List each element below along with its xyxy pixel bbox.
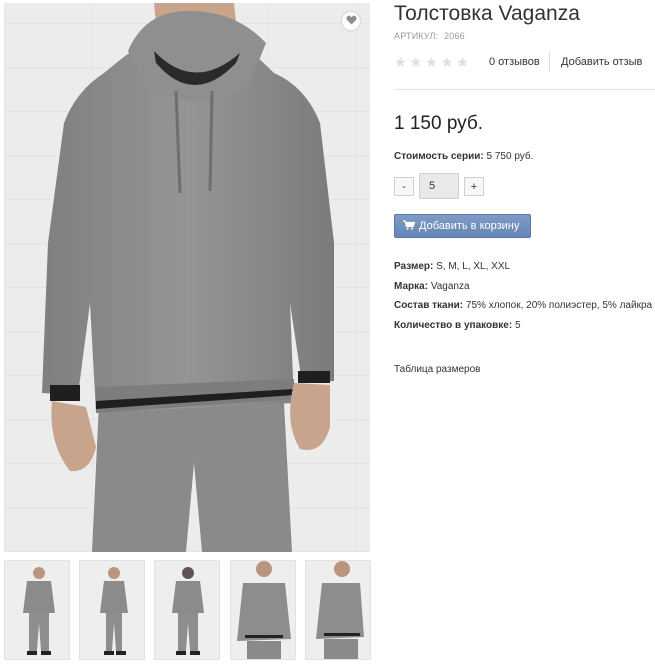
spec-row-pack-quantity: Количество в упаковке: 5 [394,320,521,331]
series-price-value: 5 750 руб. [486,151,534,162]
spec-row-fabric: Состав ткани: 75% хлопок, 20% полиэстер,… [394,300,655,311]
thumbnail-3[interactable] [154,560,220,660]
divider [394,89,655,90]
hoodie-model-photo [42,3,334,552]
size-table-link[interactable]: Таблица размеров [394,364,480,375]
spec-row-brand: Марка: Vaganza [394,281,470,292]
spec-row-size: Размер: S, M, L, XL, XXL [394,261,510,272]
product-sku: АРТИКУЛ: 2066 [394,31,465,41]
spec-value: S, M, L, XL, XXL [436,261,511,272]
quantity-input[interactable] [419,173,459,199]
star-icon[interactable]: ★ [425,55,438,69]
star-icon[interactable]: ★ [410,55,423,69]
spec-label: Количество в упаковке: [394,320,513,331]
heart-icon [345,12,357,30]
sku-value: 2066 [444,31,465,41]
thumbnail-image [172,567,204,655]
main-product-image[interactable] [4,3,370,552]
quantity-increment-button[interactable]: + [464,177,484,196]
thumbnail-strip [4,560,372,660]
thumbnail-image [100,567,128,655]
divider [549,52,550,72]
spec-value: 5 [514,320,521,331]
thumbnail-image [23,567,55,655]
add-to-cart-label: Добавить в корзину [419,220,520,232]
series-price-label: Стоимость серии: [394,151,484,162]
series-price: Стоимость серии: 5 750 руб. [394,151,533,162]
product-title: Толстовка Vaganza [394,2,580,25]
cart-icon [403,219,416,233]
rating-stars[interactable]: ★ ★ ★ ★ ★ [394,55,469,69]
star-icon[interactable]: ★ [456,55,469,69]
favorite-button[interactable] [342,12,360,30]
spec-label: Состав ткани: [394,300,464,311]
spec-label: Размер: [394,261,434,272]
star-icon[interactable]: ★ [441,55,454,69]
thumbnail-2[interactable] [79,560,145,660]
thumbnail-image [316,561,364,659]
thumbnail-image [237,561,291,659]
spec-label: Марка: [394,281,429,292]
star-icon[interactable]: ★ [394,55,407,69]
spec-value: Vaganza [430,281,470,292]
thumbnail-4[interactable] [230,560,296,660]
quantity-decrement-button[interactable]: - [394,177,414,196]
spec-value: 75% хлопок, 20% полиэстер, 5% лайкра [465,300,653,311]
product-price: 1 150 руб. [394,113,484,134]
thumbnail-1[interactable] [4,560,70,660]
add-review-link[interactable]: Добавить отзыв [561,56,642,68]
sku-label: АРТИКУЛ: [394,31,439,41]
thumbnail-5[interactable] [305,560,371,660]
reviews-count-link[interactable]: 0 отзывов [489,56,540,68]
add-to-cart-button[interactable]: Добавить в корзину [394,214,531,238]
